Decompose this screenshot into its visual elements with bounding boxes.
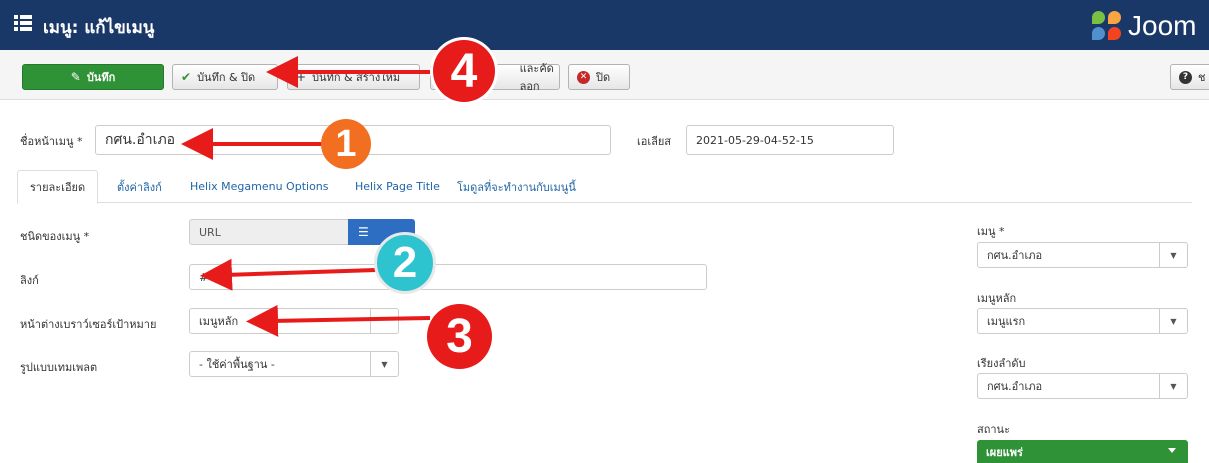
step-badge-2: 2 <box>374 232 436 294</box>
status-value: เผยแพร่ <box>986 445 1023 459</box>
alias-label: เอเลียส <box>637 135 672 148</box>
joomla-logo: Joom <box>1090 6 1196 46</box>
menu-label: เมนู * <box>977 225 1005 238</box>
tab-helix-page-title[interactable]: Helix Page Title <box>343 170 452 203</box>
step-badge-3: 3 <box>427 304 492 369</box>
save-close-button[interactable]: ✔ บันทึก & ปิด <box>172 64 278 90</box>
help-icon: ? <box>1179 70 1192 84</box>
status-select[interactable]: เผยแพร่ <box>977 440 1188 463</box>
save-new-label: บันทึก & สร้างใหม่ <box>312 71 401 84</box>
ordering-select[interactable]: กศน.อำเภอ ▼ <box>977 373 1188 399</box>
tab-helix-megamenu[interactable]: Helix Megamenu Options <box>178 170 341 203</box>
chevron-down-icon: ▼ <box>370 352 398 376</box>
app-header: เมนู: แก้ไขเมนู Joom <box>0 0 1209 50</box>
link-label: ลิงก์ <box>20 274 39 287</box>
list-icon: ☰ <box>358 225 369 239</box>
close-button[interactable]: ✕ ปิด <box>568 64 630 90</box>
status-label: สถานะ <box>977 423 1010 436</box>
link-input[interactable]: # <box>189 264 707 290</box>
step-badge-1: 1 <box>321 119 371 169</box>
check-icon: ✔ <box>181 70 192 84</box>
tab-bar: รายละเอียด ตั้งค่าลิงก์ Helix Megamenu O… <box>17 170 1192 204</box>
template-style-value: - ใช้ค่าพื้นฐาน - <box>199 358 275 371</box>
close-label: ปิด <box>596 71 611 84</box>
step-badge-4: 4 <box>433 40 495 102</box>
menu-select[interactable]: กศน.อำเภอ ▼ <box>977 242 1188 268</box>
ordering-label: เรียงลำดับ <box>977 357 1026 370</box>
chevron-down-icon: ▼ <box>1159 309 1187 333</box>
target-window-select[interactable]: เมนูหลัก <box>189 308 399 334</box>
close-icon: ✕ <box>577 70 590 84</box>
save-copy-label: และคัดลอก <box>519 62 554 93</box>
chevron-down-icon <box>1168 448 1176 453</box>
save-label: บันทึก <box>86 71 116 84</box>
template-style-label: รูปแบบเทมเพลต <box>20 361 98 374</box>
help-label: ช <box>1198 71 1206 84</box>
tab-link-settings[interactable]: ตั้งค่าลิงก์ <box>105 170 174 203</box>
save-button[interactable]: ✎ บันทึก <box>22 64 164 90</box>
target-dropdown-toggle[interactable] <box>370 309 398 333</box>
title-label: ชื่อหน้าเมนู * <box>20 135 83 148</box>
menu-list-icon <box>14 15 32 31</box>
template-style-select[interactable]: - ใช้ค่าพื้นฐาน - ▼ <box>189 351 399 377</box>
menu-value: กศน.อำเภอ <box>987 249 1043 262</box>
joomla-mark-icon <box>1090 9 1124 43</box>
parent-item-value: เมนูแรก <box>987 315 1026 328</box>
help-button[interactable]: ? ช <box>1170 64 1209 90</box>
target-window-value: เมนูหลัก <box>199 315 239 328</box>
save-close-label: บันทึก & ปิด <box>197 71 256 84</box>
logo-text: Joom <box>1128 10 1197 41</box>
tab-module-assignment[interactable]: โมดูลที่จะทำงานกับเมนูนี้ <box>445 170 588 203</box>
target-window-label: หน้าต่างเบราว์เซอร์เป้าหมาย <box>20 318 157 331</box>
alias-input[interactable]: 2021-05-29-04-52-15 <box>686 125 894 155</box>
chevron-down-icon: ▼ <box>1159 374 1187 398</box>
edit-icon: ✎ <box>70 70 81 84</box>
menu-type-field: URL <box>189 219 349 245</box>
ordering-value: กศน.อำเภอ <box>987 380 1043 393</box>
chevron-down-icon: ▼ <box>1159 243 1187 267</box>
save-new-button[interactable]: + บันทึก & สร้างใหม่ <box>287 64 420 90</box>
plus-icon: + <box>296 70 307 84</box>
page-title: เมนู: แก้ไขเมนู <box>43 18 155 38</box>
parent-item-label: เมนูหลัก <box>977 292 1017 305</box>
parent-item-select[interactable]: เมนูแรก ▼ <box>977 308 1188 334</box>
toolbar: ✎ บันทึก ✔ บันทึก & ปิด + บันทึก & สร้าง… <box>0 50 1209 100</box>
tab-details[interactable]: รายละเอียด <box>17 170 99 204</box>
menu-type-label: ชนิดของเมนู * <box>20 230 90 243</box>
